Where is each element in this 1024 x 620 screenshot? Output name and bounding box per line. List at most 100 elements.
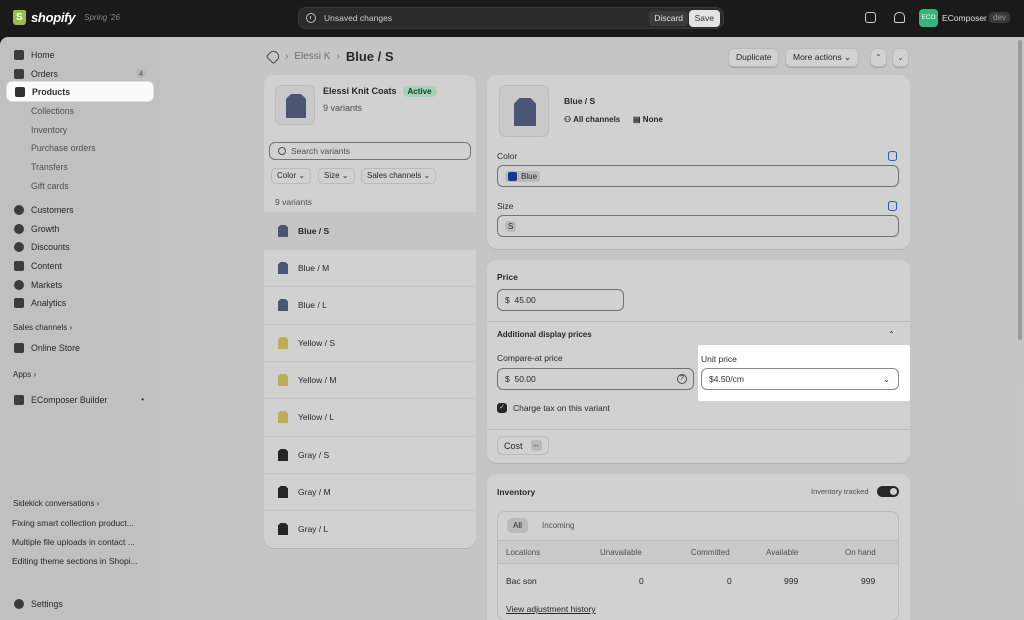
- sweater-image: [278, 411, 288, 423]
- column-header: Available: [766, 548, 799, 557]
- sidekick-heading[interactable]: Sidekick conversations ›: [13, 499, 99, 508]
- sidebar-item-home[interactable]: Home: [7, 45, 153, 64]
- breadcrumb-separator: ›: [336, 51, 340, 62]
- product-name[interactable]: Elessi Knit Coats: [323, 86, 397, 96]
- sidebar-item-purchase-orders[interactable]: Purchase orders: [7, 138, 153, 157]
- edition-label: Spring '26: [84, 13, 120, 22]
- sidekick-conversation[interactable]: Editing theme sections in Shopi...: [12, 556, 152, 566]
- variant-thumbnail: [276, 298, 290, 312]
- sidebar-item-customers[interactable]: Customers: [7, 200, 153, 219]
- cost-field[interactable]: Cost --: [497, 436, 549, 455]
- sidekick-conversation[interactable]: Multiple file uploads in contact ...: [12, 537, 152, 547]
- adjustment-history-link[interactable]: View adjustment history: [506, 604, 596, 614]
- sidebar-item-settings[interactable]: Settings: [7, 594, 153, 613]
- store-avatar[interactable]: ECO: [919, 9, 938, 27]
- sweater-image: [286, 94, 306, 118]
- sidebar-item-markets[interactable]: Markets: [7, 275, 153, 294]
- tag-icon: [15, 86, 25, 97]
- apps-label: Apps: [13, 370, 32, 379]
- unit-price-label: Unit price: [701, 354, 737, 364]
- growth-icon: [14, 223, 24, 234]
- inventory-tracked-toggle[interactable]: [877, 486, 899, 497]
- variant-row[interactable]: Blue / S: [264, 212, 476, 249]
- variant-row[interactable]: Blue / M: [264, 249, 476, 286]
- variant-row[interactable]: Gray / S: [264, 436, 476, 473]
- search-input[interactable]: Search variants: [269, 142, 471, 160]
- shopify-logo[interactable]: shopify Spring '26: [13, 10, 120, 25]
- tab-incoming[interactable]: Incoming: [542, 521, 574, 530]
- all-channels-link[interactable]: ⚇ All channels: [564, 115, 620, 124]
- color-field[interactable]: Blue: [497, 165, 899, 187]
- sidebar-item-gift-cards[interactable]: Gift cards: [7, 176, 153, 195]
- content-icon: [14, 260, 24, 271]
- discard-button[interactable]: Discard: [649, 11, 688, 26]
- metafield-icon[interactable]: [888, 151, 897, 161]
- duplicate-button[interactable]: Duplicate: [728, 48, 780, 67]
- compare-at-label: Compare-at price: [497, 353, 563, 363]
- price-label: Price: [497, 272, 518, 282]
- help-icon[interactable]: ?: [677, 374, 687, 384]
- column-header: On hand: [845, 548, 876, 557]
- sidebar-item-content[interactable]: Content: [7, 256, 153, 275]
- metafield-icon[interactable]: [888, 201, 897, 211]
- tag-icon[interactable]: [265, 48, 282, 65]
- sidebar-item-label: Content: [31, 260, 62, 271]
- charge-tax-checkbox[interactable]: ✓: [497, 403, 507, 413]
- variant-row[interactable]: Gray / M: [264, 473, 476, 510]
- available-value[interactable]: 999: [784, 576, 798, 586]
- sales-channels-heading[interactable]: Sales channels ›: [13, 323, 72, 332]
- variant-row[interactable]: Yellow / M: [264, 361, 476, 398]
- inbox-icon: [14, 68, 24, 79]
- unit-price-value: $4.50/cm: [709, 374, 744, 384]
- variant-label: Blue / M: [298, 263, 330, 273]
- chevron-up-icon[interactable]: ⌃: [888, 330, 895, 339]
- filter-label: Sales channels: [367, 171, 422, 180]
- variant-image[interactable]: [499, 85, 549, 137]
- catalogs-label: None: [642, 115, 663, 124]
- variant-row[interactable]: Yellow / S: [264, 324, 476, 361]
- bell-icon[interactable]: [894, 12, 905, 23]
- compare-at-input[interactable]: $ 50.00?: [497, 368, 694, 390]
- catalogs-link[interactable]: ▤ None: [633, 115, 663, 124]
- sidebar-item-discounts[interactable]: Discounts: [7, 237, 153, 256]
- sidebar-item-collections[interactable]: Collections: [7, 101, 153, 120]
- sidebar-item-inventory[interactable]: Inventory: [7, 120, 153, 139]
- sidebar-item-ecomposer[interactable]: EComposer Builder •: [7, 390, 153, 409]
- search-placeholder: Search variants: [291, 146, 351, 156]
- catalog-icon: ▤: [633, 115, 641, 124]
- filter-size[interactable]: Size ⌄: [318, 168, 355, 184]
- sidebar-item-growth[interactable]: Growth: [7, 219, 153, 238]
- tab-all[interactable]: All: [507, 518, 528, 533]
- variant-row[interactable]: Yellow / L: [264, 398, 476, 435]
- unavailable-value[interactable]: 0: [639, 576, 644, 586]
- store-icon[interactable]: [865, 12, 876, 23]
- sidebar-item-products[interactable]: Products: [7, 82, 153, 101]
- sidebar-item-analytics[interactable]: Analytics: [7, 293, 153, 312]
- more-actions-button[interactable]: More actions ⌄: [785, 48, 860, 67]
- unit-price-select[interactable]: $4.50/cm ⌄: [701, 368, 899, 390]
- apps-heading[interactable]: Apps ›: [13, 370, 36, 379]
- size-value: S: [505, 220, 517, 232]
- price-input[interactable]: $ 45.00: [497, 289, 624, 311]
- variant-row[interactable]: Gray / L: [264, 510, 476, 547]
- chart-icon: [14, 297, 24, 308]
- store-name[interactable]: EComposer: [942, 13, 987, 23]
- breadcrumb-product[interactable]: Elessi K: [294, 51, 330, 62]
- filter-sales-channels[interactable]: Sales channels ⌄: [361, 168, 437, 184]
- sidekick-conversation[interactable]: Fixing smart collection product...: [12, 518, 152, 528]
- sidebar-item-online-store[interactable]: Online Store: [7, 338, 153, 357]
- sidebar-item-label: Settings: [31, 598, 63, 609]
- previous-variant-button[interactable]: ⌃: [870, 48, 887, 67]
- channels-icon: ⚇: [564, 115, 572, 124]
- size-field[interactable]: S: [497, 215, 899, 237]
- filter-color[interactable]: Color ⌄: [271, 168, 312, 184]
- variant-row[interactable]: Blue / L: [264, 286, 476, 323]
- discount-icon: [14, 241, 24, 252]
- sidebar-item-transfers[interactable]: Transfers: [7, 157, 153, 176]
- on-hand-value[interactable]: 999: [861, 576, 875, 586]
- sidebar-item-orders[interactable]: Orders 4: [7, 64, 153, 83]
- save-button[interactable]: Save: [688, 10, 720, 27]
- next-variant-button[interactable]: ⌄: [892, 48, 909, 67]
- chevron-right-icon: ›: [33, 370, 37, 379]
- scrollbar[interactable]: [1018, 40, 1022, 340]
